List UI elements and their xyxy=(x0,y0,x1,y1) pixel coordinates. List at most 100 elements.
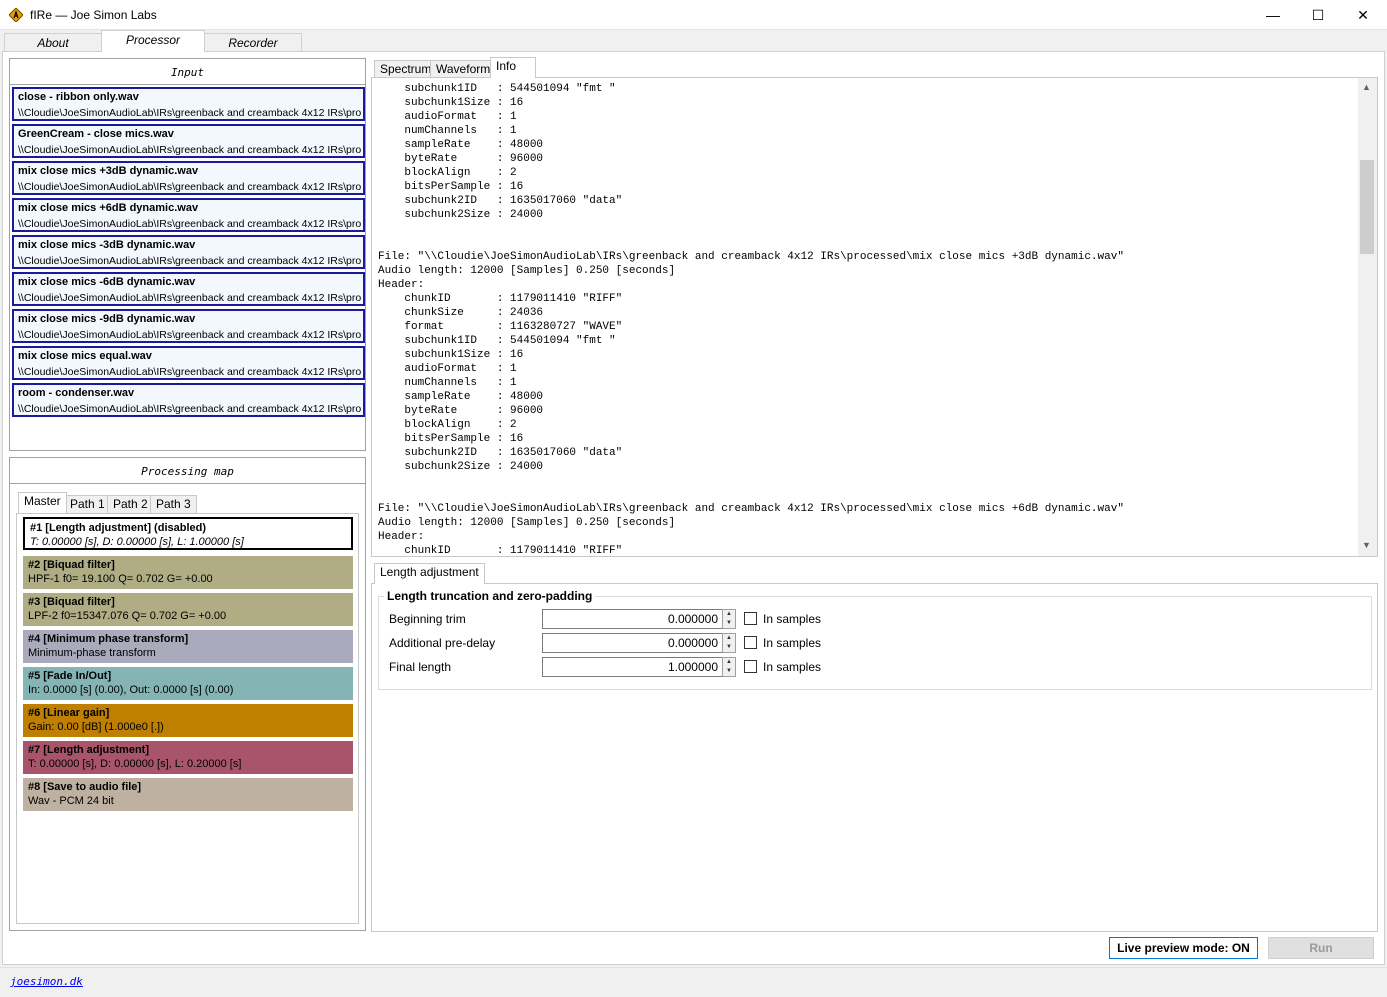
website-link[interactable]: joesimon.dk xyxy=(10,975,83,988)
tab-about[interactable]: About xyxy=(4,33,102,53)
file-path: \\Cloudie\JoeSimonAudioLab\IRs\greenback… xyxy=(18,329,362,341)
processing-map-group: Processing map Master Path 1 Path 2 Path… xyxy=(9,457,366,931)
minimize-button[interactable]: — xyxy=(1250,0,1296,30)
tab-path-1[interactable]: Path 1 xyxy=(64,495,111,513)
list-item[interactable]: #6 [Linear gain] Gain: 0.00 [dB] (1.000e… xyxy=(23,704,353,737)
list-item[interactable]: mix close mics +6dB dynamic.wav \\Cloudi… xyxy=(12,198,365,232)
settings-panel: Length truncation and zero-padding Begin… xyxy=(371,583,1378,932)
list-item[interactable]: #7 [Length adjustment] T: 0.00000 [s], D… xyxy=(23,741,353,774)
file-path: \\Cloudie\JoeSimonAudioLab\IRs\greenback… xyxy=(18,255,362,267)
input-group: Input close - ribbon only.wav \\Cloudie\… xyxy=(9,58,366,451)
proc-title: #5 [Fade In/Out] xyxy=(28,670,112,682)
list-item[interactable]: #3 [Biquad filter] LPF-2 f0=15347.076 Q=… xyxy=(23,593,353,626)
length-group-title: Length truncation and zero-padding xyxy=(384,589,596,603)
list-item[interactable]: mix close mics -3dB dynamic.wav \\Cloudi… xyxy=(12,235,365,269)
tab-path-3[interactable]: Path 3 xyxy=(150,495,197,513)
beginning-trim-input[interactable]: 0.000000 xyxy=(542,609,723,629)
proc-title: #4 [Minimum phase transform] xyxy=(28,633,189,645)
processing-map-title: Processing map xyxy=(141,465,234,478)
run-button[interactable]: Run xyxy=(1268,937,1374,959)
file-path: \\Cloudie\JoeSimonAudioLab\IRs\greenback… xyxy=(18,366,362,378)
list-item[interactable]: #4 [Minimum phase transform] Minimum-pha… xyxy=(23,630,353,663)
pre-delay-spinner[interactable]: ▲ ▼ xyxy=(722,633,736,653)
list-item[interactable]: mix close mics +3dB dynamic.wav \\Cloudi… xyxy=(12,161,365,195)
final-length-samples-checkbox[interactable] xyxy=(744,660,757,673)
checkbox-label: In samples xyxy=(763,636,822,650)
file-path: \\Cloudie\JoeSimonAudioLab\IRs\greenback… xyxy=(18,144,362,156)
file-path: \\Cloudie\JoeSimonAudioLab\IRs\greenback… xyxy=(18,218,362,230)
proc-desc: Wav - PCM 24 bit xyxy=(28,795,114,807)
tab-info[interactable]: Info xyxy=(490,57,536,78)
file-name: mix close mics -6dB dynamic.wav xyxy=(18,276,196,288)
file-name: mix close mics +3dB dynamic.wav xyxy=(18,165,199,177)
length-group xyxy=(378,596,1372,690)
final-length-label: Final length xyxy=(389,660,452,674)
pre-delay-samples-checkbox[interactable] xyxy=(744,636,757,649)
info-panel: subchunk1ID : 544501094 "fmt " subchunk1… xyxy=(371,77,1378,557)
spin-up-icon[interactable]: ▲ xyxy=(723,634,735,643)
status-bar xyxy=(0,967,1387,997)
spin-up-icon[interactable]: ▲ xyxy=(723,610,735,619)
spin-up-icon[interactable]: ▲ xyxy=(723,658,735,667)
file-path: \\Cloudie\JoeSimonAudioLab\IRs\greenback… xyxy=(18,403,362,415)
tab-recorder[interactable]: Recorder xyxy=(204,33,302,53)
file-path: \\Cloudie\JoeSimonAudioLab\IRs\greenback… xyxy=(18,107,362,119)
file-path: \\Cloudie\JoeSimonAudioLab\IRs\greenback… xyxy=(18,181,362,193)
checkbox-label: In samples xyxy=(763,612,822,626)
tab-waveform[interactable]: Waveform xyxy=(430,60,497,78)
list-item[interactable]: mix close mics -6dB dynamic.wav \\Cloudi… xyxy=(12,272,365,306)
list-item[interactable]: #2 [Biquad filter] HPF-1 f0= 19.100 Q= 0… xyxy=(23,556,353,589)
proc-title: #6 [Linear gain] xyxy=(28,707,110,719)
tab-length-adjustment[interactable]: Length adjustment xyxy=(374,563,485,584)
title-bar: fIRe — Joe Simon Labs — ☐ ✕ xyxy=(0,0,1387,30)
file-name: room - condenser.wav xyxy=(18,387,135,399)
pre-delay-input[interactable]: 0.000000 xyxy=(542,633,723,653)
proc-title: #1 [Length adjustment] (disabled) xyxy=(30,522,207,534)
proc-desc: Minimum-phase transform xyxy=(28,647,156,659)
final-length-spinner[interactable]: ▲ ▼ xyxy=(722,657,736,677)
file-name: GreenCream - close mics.wav xyxy=(18,128,174,140)
file-name: mix close mics -9dB dynamic.wav xyxy=(18,313,196,325)
tab-master[interactable]: Master xyxy=(18,492,67,513)
window-title: fIRe — Joe Simon Labs xyxy=(30,8,157,22)
list-item[interactable]: room - condenser.wav \\Cloudie\JoeSimonA… xyxy=(12,383,365,417)
proc-desc: T: 0.00000 [s], D: 0.00000 [s], L: 0.200… xyxy=(28,758,242,770)
tab-spectrum[interactable]: Spectrum xyxy=(374,60,438,78)
list-item[interactable]: #5 [Fade In/Out] In: 0.0000 [s] (0.00), … xyxy=(23,667,353,700)
list-item[interactable]: #8 [Save to audio file] Wav - PCM 24 bit xyxy=(23,778,353,811)
main-tab-strip: About Processor Recorder xyxy=(0,30,1387,53)
scroll-up-icon[interactable]: ▲ xyxy=(1362,82,1371,92)
scroll-down-icon[interactable]: ▼ xyxy=(1362,540,1371,550)
spin-down-icon[interactable]: ▼ xyxy=(723,643,735,652)
info-scrollbar[interactable]: ▲ ▼ xyxy=(1358,78,1377,556)
tab-path-2[interactable]: Path 2 xyxy=(107,495,154,513)
beginning-trim-spinner[interactable]: ▲ ▼ xyxy=(722,609,736,629)
proc-title: #8 [Save to audio file] xyxy=(28,781,142,793)
proc-desc: In: 0.0000 [s] (0.00), Out: 0.0000 [s] (… xyxy=(28,684,234,696)
scrollbar-thumb[interactable] xyxy=(1360,160,1374,254)
beginning-trim-samples-checkbox[interactable] xyxy=(744,612,757,625)
info-textbox[interactable]: subchunk1ID : 544501094 "fmt " subchunk1… xyxy=(378,82,1358,556)
file-name: close - ribbon only.wav xyxy=(18,91,139,103)
list-item[interactable]: mix close mics -9dB dynamic.wav \\Cloudi… xyxy=(12,309,365,343)
pre-delay-label: Additional pre-delay xyxy=(389,636,496,650)
close-button[interactable]: ✕ xyxy=(1340,0,1386,30)
list-item[interactable]: #1 [Length adjustment] (disabled) T: 0.0… xyxy=(23,517,353,550)
proc-desc: HPF-1 f0= 19.100 Q= 0.702 G= +0.00 xyxy=(28,573,213,585)
final-length-input[interactable]: 1.000000 xyxy=(542,657,723,677)
proc-title: #7 [Length adjustment] xyxy=(28,744,150,756)
tab-processor[interactable]: Processor xyxy=(101,30,205,52)
proc-desc: LPF-2 f0=15347.076 Q= 0.702 G= +0.00 xyxy=(28,610,227,622)
file-name: mix close mics +6dB dynamic.wav xyxy=(18,202,199,214)
list-item[interactable]: close - ribbon only.wav \\Cloudie\JoeSim… xyxy=(12,87,365,121)
maximize-button[interactable]: ☐ xyxy=(1295,0,1341,30)
spin-down-icon[interactable]: ▼ xyxy=(723,619,735,628)
proc-desc: T: 0.00000 [s], D: 0.00000 [s], L: 1.000… xyxy=(30,536,244,548)
proc-title: #3 [Biquad filter] xyxy=(28,596,115,608)
live-preview-button[interactable]: Live preview mode: ON xyxy=(1109,937,1258,959)
checkbox-label: In samples xyxy=(763,660,822,674)
proc-desc: Gain: 0.00 [dB] (1.000e0 [.]) xyxy=(28,721,164,733)
list-item[interactable]: mix close mics equal.wav \\Cloudie\JoeSi… xyxy=(12,346,365,380)
spin-down-icon[interactable]: ▼ xyxy=(723,667,735,676)
list-item[interactable]: GreenCream - close mics.wav \\Cloudie\Jo… xyxy=(12,124,365,158)
